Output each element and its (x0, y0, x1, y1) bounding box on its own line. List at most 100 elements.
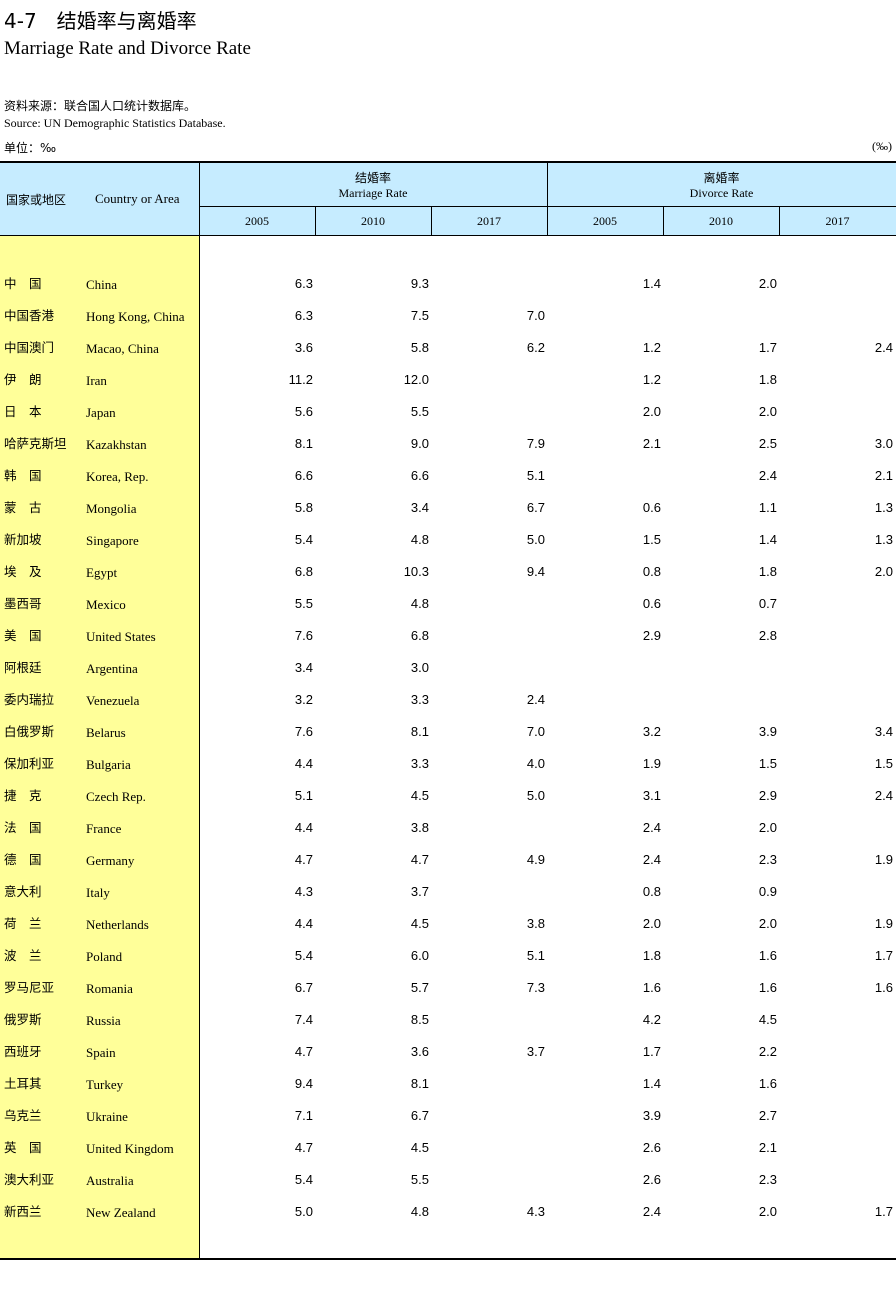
table-title-en: Marriage Rate and Divorce Rate (4, 38, 251, 59)
country-name-zh: 捷 克 (4, 788, 42, 803)
table-row: 德 国 Germany 4.7 4.7 4.9 2.4 2.3 1.9 (0, 851, 896, 883)
rate-value-m2005: 11.2 (288, 372, 313, 387)
table-row: 荷 兰 Netherlands 4.4 4.5 3.8 2.0 2.0 1.9 (0, 915, 896, 947)
rate-value-m2017: 7.9 (526, 436, 545, 451)
rate-value-m2010: 8.1 (410, 1076, 429, 1091)
rate-value-m2005: 5.1 (294, 788, 313, 803)
rate-value-d2010: 2.1 (758, 1140, 777, 1155)
table-row: 土耳其 Turkey 9.4 8.1 1.4 1.6 (0, 1075, 896, 1107)
rate-value-d2005: 2.4 (642, 1204, 661, 1219)
country-name-en: Bulgaria (86, 757, 131, 772)
year-header: 2005 (245, 214, 269, 228)
rate-value-d2010: 2.0 (758, 1204, 777, 1219)
country-name-en: Turkey (86, 1077, 124, 1092)
rate-value-m2005: 6.3 (294, 276, 313, 291)
rate-value-d2005: 2.6 (642, 1172, 661, 1187)
country-name-zh: 中国澳门 (4, 340, 55, 355)
rate-value-d2005: 1.4 (642, 1076, 661, 1091)
rate-value-d2017: 1.3 (874, 500, 893, 515)
country-name-en: Macao, China (86, 341, 159, 356)
country-name-zh: 意大利 (4, 884, 42, 899)
rate-value-d2010: 2.0 (758, 916, 777, 931)
stub-header-zh: 国家或地区 (6, 193, 67, 207)
table-row: 波 兰 Poland 5.4 6.0 5.1 1.8 1.6 1.7 (0, 947, 896, 979)
rate-value-d2010: 2.5 (758, 436, 777, 451)
rate-value-d2017: 2.0 (874, 564, 893, 579)
country-name-zh: 中国香港 (4, 308, 55, 323)
country-name-en: Egypt (86, 565, 118, 580)
rate-value-m2017: 7.0 (526, 724, 545, 739)
table-row: 中 国 China 6.3 9.3 1.4 2.0 (0, 275, 896, 307)
unit-label-right: (‰) (872, 139, 892, 153)
rate-value-d2005: 1.7 (642, 1044, 661, 1059)
country-name-zh: 俄罗斯 (4, 1012, 42, 1027)
rate-value-d2010: 2.2 (758, 1044, 777, 1059)
country-name-zh: 委内瑞拉 (4, 692, 55, 707)
divorce-rate-header-en: Divorce Rate (689, 186, 754, 200)
country-name-zh: 乌克兰 (4, 1108, 42, 1123)
rate-value-m2005: 5.4 (294, 948, 313, 963)
stub-header-en: Country or Area (95, 191, 180, 206)
rate-value-d2017: 1.3 (874, 532, 893, 547)
rate-value-m2010: 9.0 (410, 436, 429, 451)
rate-value-d2010: 1.7 (758, 340, 777, 355)
table-row: 美 国 United States 7.6 6.8 2.9 2.8 (0, 627, 896, 659)
table-row: 新加坡 Singapore 5.4 4.8 5.0 1.5 1.4 1.3 (0, 531, 896, 563)
rate-value-m2005: 7.6 (294, 628, 313, 643)
rate-value-d2005: 1.6 (642, 980, 661, 995)
country-name-zh: 新加坡 (4, 532, 42, 547)
rate-value-d2010: 2.8 (758, 628, 777, 643)
table-row: 乌克兰 Ukraine 7.1 6.7 3.9 2.7 (0, 1107, 896, 1139)
rate-value-m2017: 6.7 (526, 500, 545, 515)
rate-value-m2010: 3.8 (410, 820, 429, 835)
rate-value-m2005: 5.8 (294, 500, 313, 515)
rate-value-d2017: 2.4 (874, 788, 893, 803)
country-name-zh: 白俄罗斯 (4, 724, 55, 739)
table-row: 墨西哥 Mexico 5.5 4.8 0.6 0.7 (0, 595, 896, 627)
country-name-zh: 德 国 (4, 852, 42, 867)
country-name-en: Ukraine (86, 1109, 128, 1124)
country-name-zh: 新西兰 (4, 1204, 42, 1219)
country-name-en: Singapore (86, 533, 139, 548)
country-name-en: Mexico (86, 597, 126, 612)
rate-value-m2005: 5.4 (294, 1172, 313, 1187)
rate-value-m2010: 5.8 (410, 340, 429, 355)
table-row: 保加利亚 Bulgaria 4.4 3.3 4.0 1.9 1.5 1.5 (0, 755, 896, 787)
country-name-en: Germany (86, 853, 135, 868)
marriage-rate-header-en: Marriage Rate (338, 186, 408, 200)
country-name-zh: 阿根廷 (4, 660, 42, 675)
country-name-zh: 埃 及 (4, 564, 42, 579)
table-row: 法 国 France 4.4 3.8 2.4 2.0 (0, 819, 896, 851)
table-row: 韩 国 Korea, Rep. 6.6 6.6 5.1 2.4 2.1 (0, 467, 896, 499)
rate-value-m2005: 3.6 (294, 340, 313, 355)
rate-value-d2005: 2.0 (642, 404, 661, 419)
rate-value-d2017: 1.5 (874, 756, 893, 771)
year-header: 2017 (825, 214, 850, 228)
rate-value-m2005: 4.7 (294, 852, 313, 867)
rate-value-d2017: 3.4 (874, 724, 893, 739)
rate-value-d2017: 1.9 (874, 916, 893, 931)
rate-value-d2017: 1.7 (874, 948, 893, 963)
rate-value-d2005: 2.4 (642, 820, 661, 835)
rate-value-m2005: 6.8 (294, 564, 313, 579)
country-name-zh: 蒙 古 (4, 500, 42, 515)
rate-value-m2005: 9.4 (294, 1076, 313, 1091)
rate-value-d2005: 1.4 (642, 276, 661, 291)
top-rule (0, 161, 896, 163)
country-name-en: Argentina (86, 661, 138, 676)
rate-value-d2010: 2.0 (758, 404, 777, 419)
country-name-zh: 西班牙 (4, 1044, 42, 1059)
rate-value-m2010: 12.0 (403, 372, 429, 387)
rate-value-d2005: 2.4 (642, 852, 661, 867)
rate-value-m2017: 7.3 (526, 980, 545, 995)
country-name-en: Romania (86, 981, 133, 996)
rate-value-d2017: 1.7 (874, 1204, 893, 1219)
rate-value-m2017: 4.9 (526, 852, 545, 867)
table-row: 白俄罗斯 Belarus 7.6 8.1 7.0 3.2 3.9 3.4 (0, 723, 896, 755)
table-row: 西班牙 Spain 4.7 3.6 3.7 1.7 2.2 (0, 1043, 896, 1075)
rate-value-d2005: 0.6 (642, 500, 661, 515)
rate-value-m2005: 7.6 (294, 724, 313, 739)
table-row: 罗马尼亚 Romania 6.7 5.7 7.3 1.6 1.6 1.6 (0, 979, 896, 1011)
country-name-en: New Zealand (86, 1205, 156, 1220)
rate-value-d2010: 0.7 (758, 596, 777, 611)
